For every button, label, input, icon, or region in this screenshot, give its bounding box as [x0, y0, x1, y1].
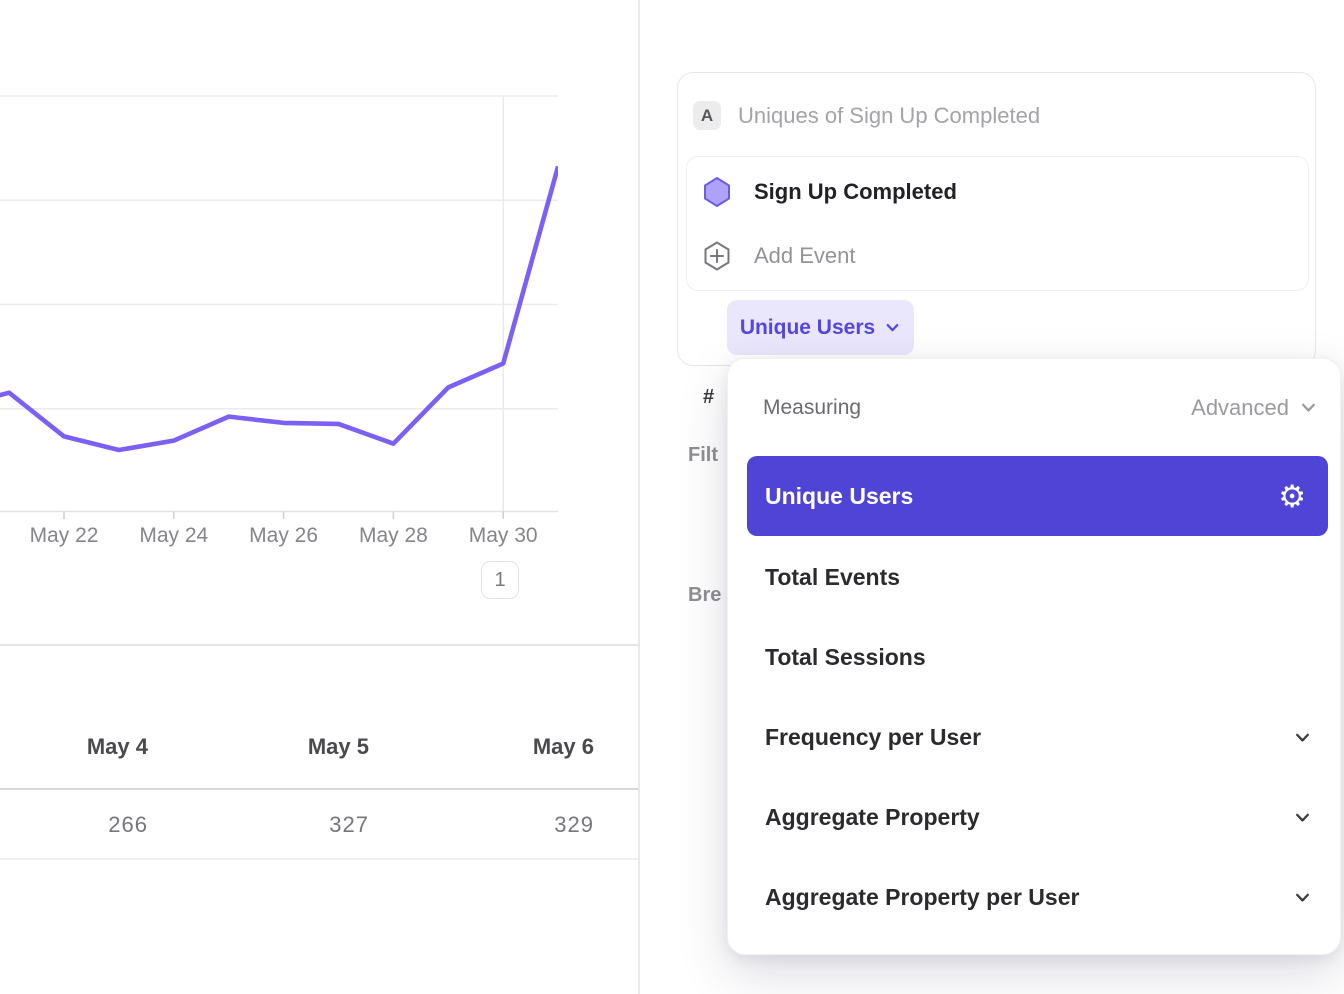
selected-item-label: Unique Users — [765, 483, 913, 510]
add-event-hexagon-plus-icon — [701, 240, 733, 272]
event-row[interactable]: Sign Up Completed — [687, 160, 1308, 224]
event-name: Sign Up Completed — [754, 179, 957, 205]
table-divider — [0, 788, 639, 790]
series-letter-badge[interactable]: A — [693, 101, 721, 130]
x-axis-tick-label: May 30 — [469, 524, 538, 548]
event-list-card: Sign Up Completed Add Event — [686, 156, 1309, 291]
table-divider — [0, 858, 639, 860]
measuring-dropdown: Measuring Advanced Unique Users ⚙ Total … — [727, 358, 1341, 955]
menu-item-label: Aggregate Property — [765, 804, 980, 831]
x-axis-tick-label: May 24 — [139, 524, 208, 548]
menu-item-frequency-per-user[interactable]: Frequency per User — [728, 697, 1340, 777]
event-hexagon-icon — [701, 176, 733, 208]
menu-item-aggregate-property-per-user[interactable]: Aggregate Property per User — [728, 857, 1340, 937]
chart-annotation-badge[interactable]: 1 — [481, 561, 519, 599]
query-builder-card: A Uniques of Sign Up Completed Sign Up C… — [677, 72, 1316, 366]
chevron-down-icon — [1293, 728, 1312, 747]
filters-section-label-partial: Filt — [688, 444, 718, 467]
measuring-mode-select[interactable]: Advanced — [1191, 395, 1318, 421]
series-title: Uniques of Sign Up Completed — [738, 103, 1040, 129]
gear-icon[interactable]: ⚙ — [1278, 481, 1306, 512]
table-header-cell: May 5 — [148, 734, 369, 760]
chevron-down-icon — [1293, 888, 1312, 907]
measuring-title: Measuring — [763, 396, 861, 420]
measure-selector-chip[interactable]: Unique Users — [727, 300, 914, 355]
measure-hash-prefix: # — [703, 386, 714, 409]
measuring-mode-label: Advanced — [1191, 395, 1289, 421]
table-value-cell: 266 — [0, 812, 148, 838]
chevron-down-icon — [1299, 398, 1318, 417]
measuring-menu-header: Measuring Advanced — [728, 359, 1340, 456]
menu-item-unique-users-selected[interactable]: Unique Users ⚙ — [747, 456, 1328, 536]
x-axis-tick-label: May 26 — [249, 524, 318, 548]
menu-item-label: Total Events — [765, 564, 900, 591]
menu-item-aggregate-property[interactable]: Aggregate Property — [728, 777, 1340, 857]
menu-item-label: Frequency per User — [765, 724, 981, 751]
chevron-down-icon — [884, 319, 901, 336]
measure-chip-label: Unique Users — [740, 316, 875, 340]
table-value-cell: 327 — [148, 812, 369, 838]
x-axis-tick-label: May 28 — [359, 524, 428, 548]
add-event-label: Add Event — [754, 243, 856, 269]
table-value-cell: 329 — [373, 812, 594, 838]
breakdowns-section-label-partial: Bre — [688, 584, 721, 607]
line-chart[interactable] — [0, 95, 558, 520]
panel-divider — [638, 0, 640, 994]
table-header-cell: May 4 — [0, 734, 148, 760]
x-axis-tick-label: May 22 — [30, 524, 99, 548]
add-event-button[interactable]: Add Event — [687, 224, 1308, 288]
menu-item-total-events[interactable]: Total Events — [728, 537, 1340, 617]
table-divider — [0, 644, 639, 646]
x-axis-labels: May 22 May 24 May 26 May 28 May 30 — [0, 524, 639, 550]
chevron-down-icon — [1293, 808, 1312, 827]
menu-item-total-sessions[interactable]: Total Sessions — [728, 617, 1340, 697]
menu-item-label: Total Sessions — [765, 644, 926, 671]
table-header-cell: May 6 — [373, 734, 594, 760]
menu-item-label: Aggregate Property per User — [765, 884, 1079, 911]
